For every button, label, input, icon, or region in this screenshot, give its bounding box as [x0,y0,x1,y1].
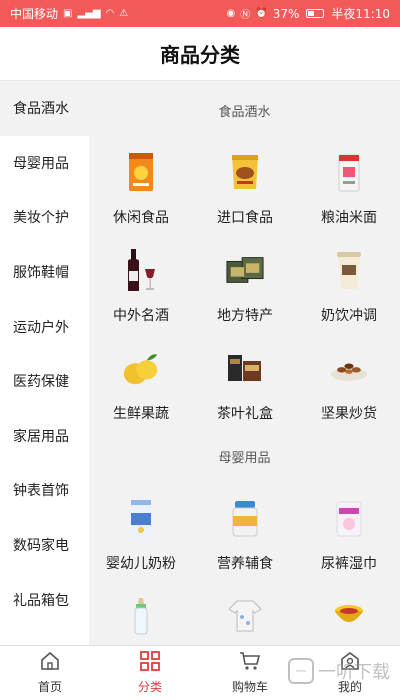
status-time: 半夜11:10 [331,7,390,21]
fruit-icon [121,345,161,391]
sidebar-item-label: 食品酒水 [13,101,69,118]
category-imported-food[interactable]: 进口食品 [193,149,297,247]
baby-food-jar-icon [225,495,265,541]
snack-bag-icon [121,149,161,195]
category-label: 地方特产 [217,308,273,324]
category-baby-tableware[interactable] [297,593,400,645]
sidebar-item-label: 母婴用品 [13,155,69,172]
category-tea-gift[interactable]: 茶叶礼盒 [193,345,297,443]
notification-icon: ⚠ [119,8,129,19]
status-left: 中国移动 ▣ ▂▄▆ ◠ ⚠ [10,5,128,22]
sidebar-item-label: 运动户外 [13,319,69,336]
category-label: 进口食品 [217,210,273,226]
category-local-specialty[interactable]: 地方特产 [193,247,297,345]
cart-icon [239,651,261,675]
category-label: 坚果炒货 [321,406,377,422]
status-right: ◉ Ⓝ ⏰ 37% 半夜11:10 [227,5,390,22]
sidebar-item-digital[interactable]: 数码家电 [0,518,89,573]
status-bar: 中国移动 ▣ ▂▄▆ ◠ ⚠ ◉ Ⓝ ⏰ 37% 半夜11:10 [0,0,400,27]
tea-box-icon [225,345,265,391]
sidebar-item-food-drinks[interactable]: 食品酒水 [0,81,89,136]
category-label: 婴幼儿奶粉 [106,556,176,572]
sidebar-item-label: 服饰鞋帽 [13,265,69,282]
sidebar-item-health[interactable]: 医药保健 [0,354,89,409]
watermark: 一 一听下载 [288,658,390,684]
watermark-text: 一听下载 [318,662,390,683]
category-nuts[interactable]: 坚果炒货 [297,345,400,443]
category-label: 尿裤湿巾 [321,556,377,572]
diaper-pack-icon [329,495,369,541]
wifi-icon: ◠ [105,8,115,19]
category-infant-formula[interactable]: 婴幼儿奶粉 [89,495,193,593]
imported-snack-icon [225,149,265,195]
sidebar-item-label: 数码家电 [13,538,69,555]
category-label: 休闲食品 [113,210,169,226]
hd-icon: ▣ [63,8,73,19]
category-sidebar: 食品酒水 母婴用品 美妆个护 服饰鞋帽 运动户外 医药保健 家居用品 钟表首饰 … [0,81,89,645]
sidebar-item-label: 家居用品 [13,428,69,445]
flour-bag-icon [329,149,369,195]
category-snacks[interactable]: 休闲食品 [89,149,193,247]
section-title: 食品酒水 [218,105,271,120]
baby-romper-icon [225,593,265,639]
nav-label: 分类 [137,680,162,694]
milk-tea-cup-icon [329,247,369,293]
nav-label: 首页 [37,680,62,694]
category-baby-food[interactable]: 营养辅食 [193,495,297,593]
category-label: 中外名酒 [113,308,169,324]
category-label: 茶叶礼盒 [217,406,273,422]
category-wine[interactable]: 中外名酒 [89,247,193,345]
category-diapers[interactable]: 尿裤湿巾 [297,495,400,593]
signal-icon: ▂▄▆ [77,8,101,19]
nav-label: 购物车 [231,680,268,694]
sidebar-item-sports-outdoor[interactable]: 运动户外 [0,299,89,354]
watermark-logo: 一 [288,658,314,684]
gift-box-icon [225,247,265,293]
sidebar-item-beauty-care[interactable]: 美妆个护 [0,190,89,245]
formula-can-icon [121,495,161,541]
sidebar-item-mother-baby[interactable]: 母婴用品 [0,136,89,191]
category-milk-drinks[interactable]: 奶饮冲调 [297,247,400,345]
sidebar-item-label: 钟表首饰 [13,483,69,500]
baby-bottle-icon [121,593,161,639]
category-grain-oil[interactable]: 粮油米面 [297,149,400,247]
category-baby-clothes[interactable] [193,593,297,645]
category-label: 奶饮冲调 [321,308,377,324]
sidebar-item-apparel[interactable]: 服饰鞋帽 [0,245,89,300]
header: 商品分类 [0,27,400,81]
sidebar-item-label: 医药保健 [13,374,69,391]
category-grid-icon [139,651,161,675]
category-content: 食品酒水 休闲食品 进口食品 粮油米面 中外名酒 地方特产 奶饮冲调 生鲜果蔬 … [89,81,400,645]
battery-icon [306,9,325,18]
nfc-icon: Ⓝ [240,10,251,21]
category-label: 生鲜果蔬 [113,406,169,422]
page-title: 商品分类 [160,43,240,67]
wine-bottle-icon [121,247,161,293]
eye-icon: ◉ [226,8,236,19]
nav-cart[interactable]: 购物车 [200,646,300,700]
category-fresh-produce[interactable]: 生鲜果蔬 [89,345,193,443]
battery-percent: 37% [272,6,300,21]
baby-bowl-icon [329,593,369,639]
nav-category[interactable]: 分类 [100,646,200,700]
category-baby-bottle[interactable] [89,593,193,645]
sidebar-item-gifts-bags[interactable]: 礼品箱包 [0,572,89,627]
home-icon [39,651,61,675]
section-title: 母婴用品 [218,451,271,466]
sidebar-item-label: 美妆个护 [13,210,69,227]
carrier-label: 中国移动 [10,7,59,21]
sidebar-item-label: 礼品箱包 [13,592,69,609]
sidebar-item-home[interactable]: 家居用品 [0,409,89,464]
category-label: 粮油米面 [321,210,377,226]
alarm-icon: ⏰ [255,8,268,19]
sidebar-item-watches-jewelry[interactable]: 钟表首饰 [0,463,89,518]
nuts-plate-icon [329,345,369,391]
category-label: 营养辅食 [217,556,273,572]
nav-home[interactable]: 首页 [0,646,100,700]
